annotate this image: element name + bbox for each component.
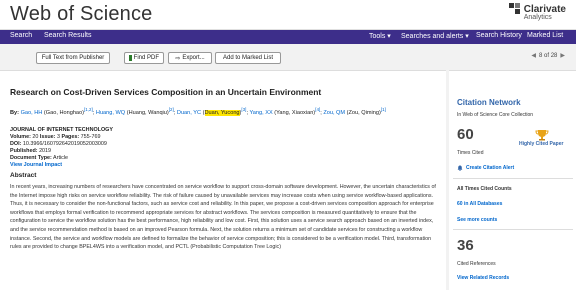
full-text-button[interactable]: Full Text from Publisher [36, 52, 110, 64]
view-related-records-link[interactable]: View Related Records [457, 275, 509, 281]
author-link[interactable]: Gao, HH [21, 110, 43, 116]
nav-search-history[interactable]: Search History [476, 32, 522, 39]
pdf-icon [129, 55, 132, 61]
doi-value: 10.3966/160792642019052003009 [22, 141, 107, 147]
all-times-cited-label: All Times Cited Counts [457, 186, 512, 192]
record-title: Research on Cost-Driven Services Composi… [10, 87, 322, 97]
authors-line: By: Gao, HH (Gao, Honghao)[1,2]; Huang, … [10, 107, 386, 116]
add-marked-list-button[interactable]: Add to Marked List [215, 52, 281, 64]
see-more-counts-link[interactable]: See more counts [457, 217, 497, 223]
highly-cited-paper-label[interactable]: Highly Cited Paper [519, 141, 563, 147]
nav-tools[interactable]: Tools ▾ [369, 32, 391, 40]
bell-icon [457, 165, 463, 171]
core-collection-label: In Web of Science Core Collection [457, 112, 534, 118]
record-main: Research on Cost-Driven Services Composi… [0, 70, 446, 290]
clarivate-mark-icon [508, 3, 521, 15]
source-metadata: JOURNAL OF INTERNET TECHNOLOGY Volume: 2… [10, 127, 113, 169]
top-nav-bar: Search Search Results Tools ▾ Searches a… [0, 30, 576, 44]
author-link[interactable]: Zou, QM [323, 110, 345, 116]
pager-text: 8 of 28 [539, 52, 558, 59]
clarivate-logo[interactable]: Clarivate Analytics [508, 3, 566, 21]
next-record-icon[interactable]: ▶ [560, 52, 565, 59]
abstract-heading: Abstract [10, 172, 37, 179]
nav-searches-alerts[interactable]: Searches and alerts ▾ [401, 32, 469, 40]
highlighted-author: Duan, Yucong [204, 109, 240, 116]
brand-title[interactable]: Web of Science [10, 3, 153, 26]
all-databases-link[interactable]: 60 in All Databases [457, 201, 502, 207]
abstract-text: In recent years, increasing numbers of r… [10, 184, 436, 251]
prev-record-icon[interactable]: ◀ [531, 52, 536, 59]
journal-name: JOURNAL OF INTERNET TECHNOLOGY [10, 127, 113, 133]
author-link[interactable]: Huang, WQ [96, 110, 125, 116]
app-header: Web of Science Clarivate Analytics [0, 0, 576, 30]
view-journal-impact-link[interactable]: View Journal Impact [10, 162, 113, 169]
find-pdf-button[interactable]: Find PDF [124, 52, 164, 64]
cited-references-count[interactable]: 36 [457, 237, 474, 254]
nav-search-results[interactable]: Search Results [44, 32, 91, 39]
author-link[interactable]: Yang, XX [249, 110, 272, 116]
citation-network-panel: Citation Network In Web of Science Core … [449, 70, 576, 290]
trophy-icon [535, 130, 549, 141]
record-pager: ◀ 8 of 28 ▶ [528, 52, 568, 60]
divider [453, 229, 573, 230]
times-cited-label: Times Cited [457, 150, 484, 156]
nav-search[interactable]: Search [10, 32, 32, 39]
export-icon: ⇨ [175, 55, 181, 62]
citation-network-heading: Citation Network [457, 98, 521, 107]
cited-references-label: Cited References [457, 261, 496, 267]
export-button[interactable]: ⇨ Export... [168, 52, 212, 64]
author-link[interactable]: Duan, YC [177, 110, 201, 116]
clarivate-sub: Analytics [523, 14, 552, 21]
times-cited-count[interactable]: 60 [457, 126, 474, 143]
clarivate-name: Clarivate [523, 3, 566, 15]
record-toolbar: Full Text from Publisher Find PDF ⇨ Expo… [0, 44, 576, 70]
divider [453, 178, 573, 179]
create-citation-alert-link[interactable]: Create Citation Alert [466, 165, 514, 171]
nav-marked-list[interactable]: Marked List [527, 32, 563, 39]
